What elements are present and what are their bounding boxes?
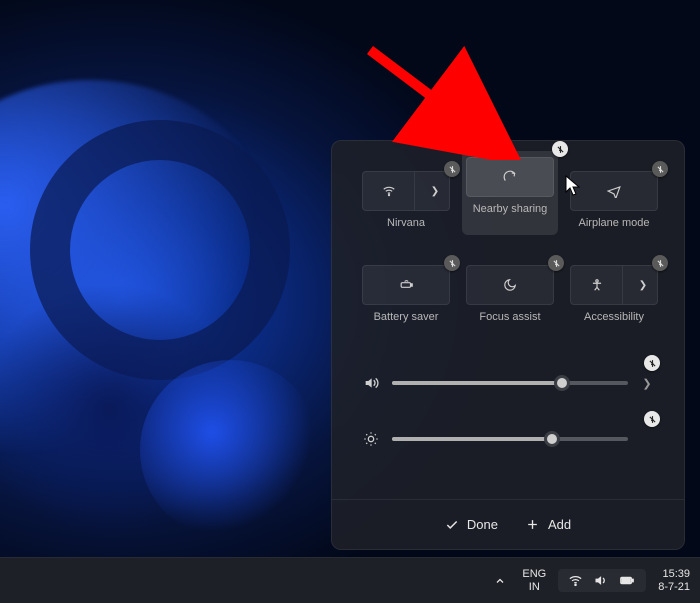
accessibility-tile[interactable]: ❯ Accessibility (570, 265, 658, 333)
unpin-icon[interactable] (644, 411, 660, 427)
airplane-mode-tile[interactable]: Airplane mode (570, 171, 658, 239)
airplane-icon (607, 184, 621, 198)
language-indicator[interactable]: ENG IN (522, 568, 546, 592)
wifi-toggle[interactable] (363, 172, 415, 210)
done-label: Done (467, 517, 498, 532)
volume-slider-row: ❯ (362, 367, 654, 399)
taskbar: ENG IN 15:39 8-7-21 (0, 557, 700, 603)
battery-saver-label: Battery saver (374, 311, 439, 323)
date: 8-7-21 (658, 581, 690, 593)
volume-slider[interactable] (392, 381, 628, 385)
quick-settings-grid: ❯ Nirvana Nearby sharing (362, 171, 654, 333)
accessibility-toggle[interactable] (571, 266, 623, 304)
battery-saver-icon (399, 278, 413, 292)
add-button[interactable]: Add (526, 517, 571, 532)
wifi-expand[interactable]: ❯ (421, 172, 449, 210)
volume-expand[interactable]: ❯ (640, 377, 654, 390)
tray-overflow-button[interactable] (490, 571, 510, 591)
clock[interactable]: 15:39 8-7-21 (658, 568, 690, 592)
nearby-sharing-icon (503, 170, 517, 184)
done-button[interactable]: Done (445, 517, 498, 532)
wifi-tile[interactable]: ❯ Nirvana (362, 171, 450, 239)
add-label: Add (548, 517, 571, 532)
lang-bottom: IN (522, 581, 546, 593)
quick-settings-panel: ❯ Nirvana Nearby sharing (331, 140, 685, 550)
battery-saver-tile[interactable]: Battery saver (362, 265, 450, 333)
unpin-icon[interactable] (444, 161, 460, 177)
volume-icon (593, 573, 608, 588)
accessibility-label: Accessibility (584, 311, 644, 323)
accessibility-expand[interactable]: ❯ (629, 266, 657, 304)
check-icon (445, 518, 459, 532)
brightness-slider-row: ❯ (362, 423, 654, 455)
unpin-icon[interactable] (548, 255, 564, 271)
wifi-label: Nirvana (387, 217, 425, 229)
battery-icon (618, 573, 636, 588)
unpin-icon[interactable] (552, 141, 568, 157)
plus-icon (526, 518, 540, 532)
unpin-icon[interactable] (652, 161, 668, 177)
lang-top: ENG (522, 568, 546, 580)
system-tray[interactable] (558, 569, 646, 592)
unpin-icon[interactable] (652, 255, 668, 271)
wifi-icon (382, 184, 396, 198)
nearby-sharing-label: Nearby sharing (473, 203, 548, 215)
accessibility-icon (590, 278, 604, 292)
nearby-sharing-tile[interactable]: Nearby sharing (462, 151, 558, 235)
focus-assist-icon (503, 278, 517, 292)
time: 15:39 (658, 568, 690, 580)
focus-assist-tile[interactable]: Focus assist (466, 265, 554, 333)
airplane-mode-label: Airplane mode (579, 217, 650, 229)
brightness-icon (362, 431, 380, 447)
wifi-icon (568, 573, 583, 588)
panel-footer: Done Add (332, 499, 684, 549)
brightness-slider[interactable] (392, 437, 628, 441)
unpin-icon[interactable] (644, 355, 660, 371)
focus-assist-label: Focus assist (479, 311, 540, 323)
volume-icon (362, 375, 380, 391)
unpin-icon[interactable] (444, 255, 460, 271)
